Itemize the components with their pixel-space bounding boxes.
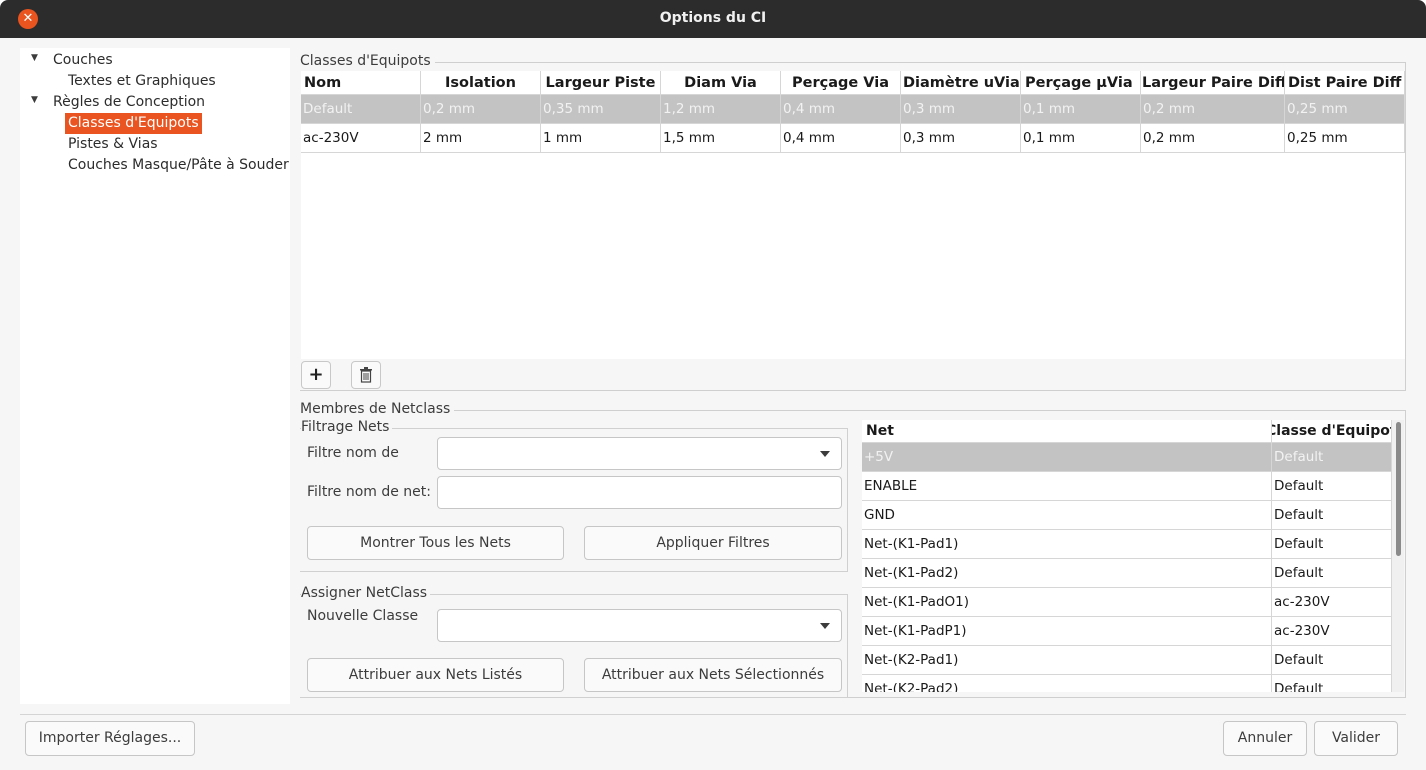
group-line <box>300 410 1406 411</box>
netclasses-group-title: Classes d'Equipots <box>300 53 435 69</box>
netclass-cell[interactable]: 0,4 mm <box>781 95 901 124</box>
ok-button[interactable]: Valider <box>1314 721 1398 756</box>
net-name-cell[interactable]: GND <box>862 501 1272 530</box>
netclass-cell[interactable]: 0,3 mm <box>901 124 1021 153</box>
net-class-cell[interactable]: Default <box>1272 559 1392 588</box>
net-name-cell[interactable]: Net-(K1-PadO1) <box>862 588 1272 617</box>
netclass-cell[interactable]: 0,25 mm <box>1285 95 1405 124</box>
net-class-cell[interactable]: ac-230V <box>1272 588 1392 617</box>
column-header[interactable]: Perçage Via <box>781 71 901 95</box>
class-filter-dropdown[interactable] <box>437 437 842 470</box>
netclass-cell[interactable]: 2 mm <box>421 124 541 153</box>
group-line <box>300 62 1406 63</box>
nets-grid: Net Classe d'Equipots +5V Default ENABLE… <box>862 420 1392 692</box>
column-header[interactable]: Net <box>862 420 1272 443</box>
net-name-cell[interactable]: ENABLE <box>862 472 1272 501</box>
net-name-cell[interactable]: Net-(K1-Pad2) <box>862 559 1272 588</box>
column-header[interactable]: Largeur Paire Diff <box>1141 71 1285 95</box>
netclass-cell[interactable]: 1,5 mm <box>661 124 781 153</box>
group-line <box>848 697 1406 698</box>
netclass-cell[interactable]: 0,4 mm <box>781 124 901 153</box>
group-line <box>1405 410 1406 698</box>
netclass-cell[interactable]: 0,3 mm <box>901 95 1021 124</box>
scroll-thumb[interactable] <box>1396 422 1401 556</box>
net-filter-label: Filtre nom de net: <box>307 484 431 500</box>
netclass-cell[interactable]: 1 mm <box>541 124 661 153</box>
settings-tree: ▼ Couches Textes et Graphiques ▼ Règles … <box>20 48 290 704</box>
netclass-cell[interactable]: Default <box>301 95 421 124</box>
column-header[interactable]: Diam Via <box>661 71 781 95</box>
net-class-cell[interactable]: Default <box>1272 472 1392 501</box>
nets-scrollbar[interactable] <box>1392 420 1404 692</box>
column-header[interactable]: Isolation <box>421 71 541 95</box>
assign-listed-button[interactable]: Attribuer aux Nets Listés <box>307 658 564 692</box>
column-header[interactable]: Diamètre uVia <box>901 71 1021 95</box>
column-header[interactable]: Perçage µVia <box>1021 71 1141 95</box>
netclass-cell[interactable]: 0,2 mm <box>1141 95 1285 124</box>
netclass-cell[interactable]: 0,35 mm <box>541 95 661 124</box>
tree-item-couches[interactable]: Couches <box>53 50 113 71</box>
netclass-cell[interactable]: 1,2 mm <box>661 95 781 124</box>
new-class-dropdown[interactable] <box>437 609 842 642</box>
net-name-cell[interactable]: Net-(K1-PadP1) <box>862 617 1272 646</box>
net-class-cell[interactable]: Default <box>1272 501 1392 530</box>
netclass-cell[interactable]: 0,1 mm <box>1021 124 1141 153</box>
title-bar: ✕ Options du CI <box>0 0 1426 38</box>
column-header[interactable]: Dist Paire Diff <box>1285 71 1405 95</box>
class-filter-label: Filtre nom de <box>307 445 399 461</box>
delete-netclass-button[interactable] <box>351 361 381 389</box>
column-header[interactable]: Largeur Piste <box>541 71 661 95</box>
tree-item-classes-equipots[interactable]: Classes d'Equipots <box>65 113 202 134</box>
net-class-cell[interactable]: Default <box>1272 675 1392 692</box>
net-filter-input[interactable] <box>437 476 842 509</box>
net-name-cell[interactable]: +5V <box>862 443 1272 472</box>
netclass-cell[interactable]: ac-230V <box>301 124 421 153</box>
netclasses-toolbar: + <box>301 359 1405 390</box>
members-group-title: Membres de Netclass <box>300 401 455 417</box>
cancel-button[interactable]: Annuler <box>1223 721 1307 756</box>
trash-icon <box>360 367 372 383</box>
new-class-label: Nouvelle Classe <box>307 608 419 624</box>
add-netclass-button[interactable]: + <box>301 361 331 389</box>
column-header[interactable]: Classe d'Equipots <box>1272 420 1392 443</box>
assign-group-title: Assigner NetClass <box>301 585 431 601</box>
column-header[interactable]: Nom <box>301 71 421 95</box>
chevron-down-icon <box>820 451 830 457</box>
netclass-cell[interactable]: 0,1 mm <box>1021 95 1141 124</box>
expand-arrow-icon[interactable]: ▼ <box>31 53 38 63</box>
net-name-cell[interactable]: Net-(K2-Pad2) <box>862 675 1272 692</box>
window-title: Options du CI <box>659 10 767 26</box>
apply-filters-button[interactable]: Appliquer Filtres <box>584 526 842 560</box>
import-settings-button[interactable]: Importer Réglages... <box>25 721 195 756</box>
netclasses-grid: Nom Isolation Largeur Piste Diam Via Per… <box>301 71 1405 359</box>
chevron-down-icon <box>820 623 830 629</box>
net-name-cell[interactable]: Net-(K1-Pad1) <box>862 530 1272 559</box>
expand-arrow-icon[interactable]: ▼ <box>31 95 38 105</box>
group-line <box>1405 62 1406 390</box>
net-name-cell[interactable]: Net-(K2-Pad1) <box>862 646 1272 675</box>
tree-item-pistes-vias[interactable]: Pistes & Vias <box>68 134 158 155</box>
tree-item-regles-conception[interactable]: Règles de Conception <box>53 92 205 113</box>
tree-item-masque-pate[interactable]: Couches Masque/Pâte à Souder <box>68 155 289 176</box>
column-header-text: Classe d'Equipots <box>1272 423 1391 439</box>
netclass-cell[interactable]: 0,25 mm <box>1285 124 1405 153</box>
assign-selected-button[interactable]: Attribuer aux Nets Sélectionnés <box>584 658 842 692</box>
filter-group-title: Filtrage Nets <box>301 419 393 435</box>
netclass-cell[interactable]: 0,2 mm <box>1141 124 1285 153</box>
show-all-nets-button[interactable]: Montrer Tous les Nets <box>307 526 564 560</box>
net-class-cell[interactable]: Default <box>1272 443 1392 472</box>
footer-separator <box>20 714 1406 715</box>
net-class-cell[interactable]: Default <box>1272 646 1392 675</box>
tree-item-textes-graphiques[interactable]: Textes et Graphiques <box>68 71 216 92</box>
net-class-cell[interactable]: ac-230V <box>1272 617 1392 646</box>
group-line <box>300 390 1406 391</box>
net-class-cell[interactable]: Default <box>1272 530 1392 559</box>
netclass-cell[interactable]: 0,2 mm <box>421 95 541 124</box>
